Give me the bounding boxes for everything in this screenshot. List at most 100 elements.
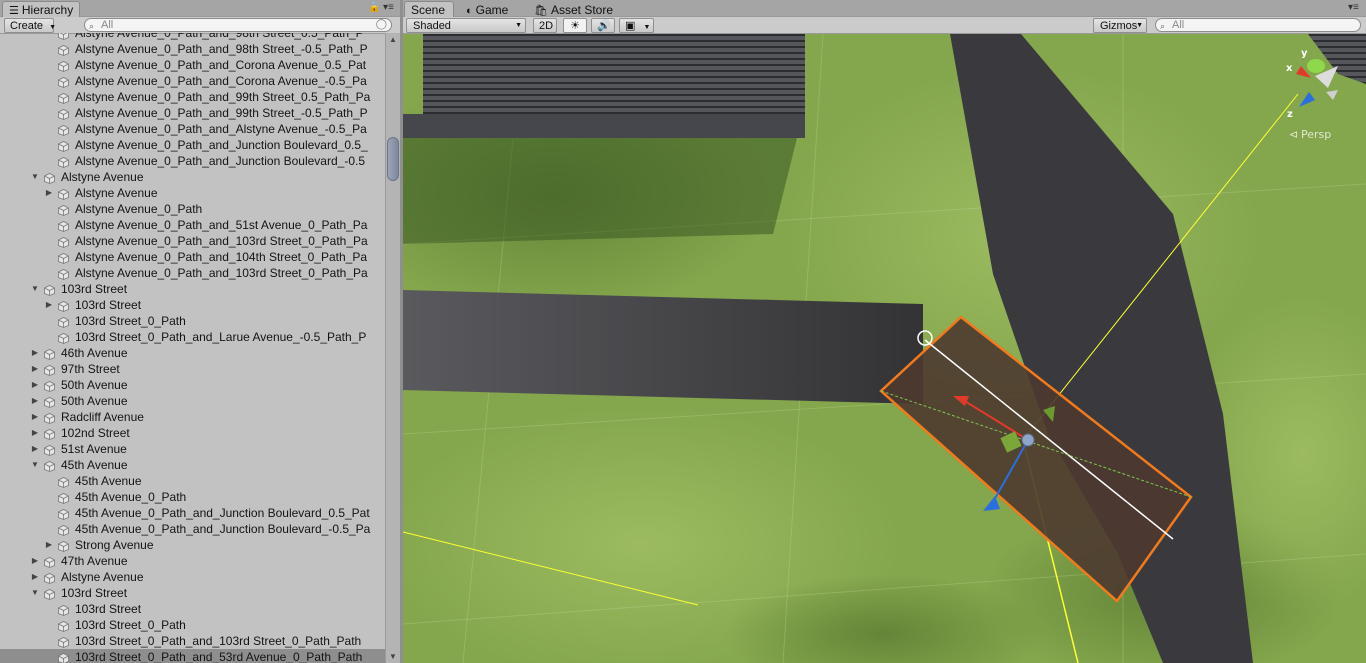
scene-tabbar: Scene ◐ Game 🛍 Asset Store ▾≡ [403,0,1366,17]
hierarchy-row-label: 46th Avenue [61,346,128,360]
collapsed-arrow-icon[interactable]: ▶ [44,537,54,553]
hierarchy-row[interactable]: ▶ 97th Street [0,361,385,377]
tab-asset-store[interactable]: 🛍 Asset Store [527,1,620,17]
create-label: Create [10,20,44,32]
expanded-arrow-icon[interactable]: ▼ [30,281,40,297]
collapsed-arrow-icon[interactable]: ▶ [30,569,40,585]
hierarchy-row[interactable]: Alstyne Avenue_0_Path_and_Corona Avenue_… [0,57,385,73]
hierarchy-row[interactable]: Alstyne Avenue_0_Path_and_Junction Boule… [0,137,385,153]
hierarchy-search-input[interactable]: ⌕ All ◯ [84,18,392,32]
create-button[interactable]: Create ▼ [4,18,56,33]
hierarchy-row[interactable]: 103rd Street_0_Path_and_53rd Avenue_0_Pa… [0,649,385,663]
expanded-arrow-icon[interactable]: ▼ [30,585,40,601]
collapsed-arrow-icon[interactable]: ▶ [30,361,40,377]
hierarchy-row[interactable]: ▶ 102nd Street [0,425,385,441]
gameobject-icon [44,444,55,456]
scroll-up-icon[interactable]: ▲ [388,35,398,44]
collapsed-arrow-icon[interactable]: ▶ [30,425,40,441]
hierarchy-row[interactable]: ▼ 103rd Street [0,281,385,297]
hierarchy-row[interactable]: 103rd Street_0_Path [0,313,385,329]
tab-game[interactable]: ◐ Game [459,1,515,17]
hierarchy-row[interactable]: ▶ 51st Avenue [0,441,385,457]
hierarchy-row-label: Alstyne Avenue_0_Path_and_104th Street_0… [75,250,368,264]
hierarchy-row[interactable]: Alstyne Avenue_0_Path_and_Corona Avenue_… [0,73,385,89]
gameobject-icon [58,33,69,40]
hierarchy-row[interactable]: Alstyne Avenue_0_Path_and_103rd Street_0… [0,233,385,249]
hierarchy-row[interactable]: Alstyne Avenue_0_Path [0,201,385,217]
hierarchy-row[interactable]: ▶ Alstyne Avenue [0,569,385,585]
hierarchy-row[interactable]: ▶ 50th Avenue [0,377,385,393]
gameobject-icon [44,396,55,408]
hierarchy-scrollbar[interactable]: ▲ ▼ [385,33,400,663]
hierarchy-row[interactable]: 103rd Street [0,601,385,617]
collapsed-arrow-icon[interactable]: ▶ [44,297,54,313]
toggle-2d-button[interactable]: 2D [533,18,557,33]
hierarchy-row[interactable]: ▼ 103rd Street [0,585,385,601]
scene-toolbar: Shaded ▼ 2D ☀ 🔊 ▣ ▼ Gizmos ▼ ⌕ All [403,17,1366,34]
hierarchy-row[interactable]: Alstyne Avenue_0_Path_and_Junction Boule… [0,153,385,169]
hierarchy-row[interactable]: 45th Avenue_0_Path [0,489,385,505]
collapsed-arrow-icon[interactable]: ▶ [30,553,40,569]
hierarchy-row[interactable]: ▶ Radcliff Avenue [0,409,385,425]
chevron-down-icon: ▼ [643,24,651,31]
gameobject-icon [58,604,69,616]
hierarchy-row[interactable]: 103rd Street_0_Path_and_Larue Avenue_-0.… [0,329,385,345]
hierarchy-row[interactable]: 45th Avenue_0_Path_and_Junction Boulevar… [0,521,385,537]
audio-toggle-button[interactable]: 🔊 [591,18,615,33]
hierarchy-row-label: Alstyne Avenue_0_Path_and_103rd Street_0… [75,266,368,280]
hierarchy-row[interactable]: Alstyne Avenue_0_Path_and_99th Street_-0… [0,105,385,121]
gameobject-icon [58,60,69,72]
hierarchy-row[interactable]: ▶ 47th Avenue [0,553,385,569]
scene-panel-menu-icon[interactable]: ▾≡ [1348,2,1359,13]
gameobject-icon [58,220,69,232]
shading-mode-dropdown[interactable]: Shaded ▼ [406,18,526,33]
effects-toggle-button[interactable]: ▣ ▼ [619,18,654,33]
hierarchy-row[interactable]: ▶ Alstyne Avenue [0,185,385,201]
scrollbar-thumb[interactable] [387,137,399,181]
expanded-arrow-icon[interactable]: ▼ [30,457,40,473]
collapsed-arrow-icon[interactable]: ▶ [30,409,40,425]
hierarchy-row[interactable]: Alstyne Avenue_0_Path_and_103rd Street_0… [0,265,385,281]
hierarchy-row[interactable]: Alstyne Avenue_0_Path_and_98th Street_-0… [0,41,385,57]
scene-viewport[interactable]: y x z Persp ⊲ [403,34,1366,663]
collapsed-arrow-icon[interactable]: ▶ [30,441,40,457]
hierarchy-row[interactable]: Alstyne Avenue_0_Path_and_Alstyne Avenue… [0,121,385,137]
lock-icon[interactable]: 🔒 [368,2,380,13]
hierarchy-row[interactable]: ▼ 45th Avenue [0,457,385,473]
hierarchy-row[interactable]: ▶ 103rd Street [0,297,385,313]
hierarchy-row[interactable]: 45th Avenue_0_Path_and_Junction Boulevar… [0,505,385,521]
expanded-arrow-icon[interactable]: ▼ [30,169,40,185]
projection-label[interactable]: Persp [1301,128,1331,141]
scroll-down-icon[interactable]: ▼ [388,652,398,661]
hierarchy-row[interactable]: 45th Avenue [0,473,385,489]
hierarchy-row[interactable]: ▶ 50th Avenue [0,393,385,409]
hierarchy-row[interactable]: 103rd Street_0_Path [0,617,385,633]
scene-search-input[interactable]: ⌕ All [1155,18,1361,32]
hierarchy-row[interactable]: Alstyne Avenue_0_Path_and_98th Street_0.… [0,33,385,41]
hierarchy-row[interactable]: 103rd Street_0_Path_and_103rd Street_0_P… [0,633,385,649]
hierarchy-row[interactable]: ▶ Strong Avenue [0,537,385,553]
collapsed-arrow-icon[interactable]: ▶ [44,185,54,201]
gizmos-dropdown[interactable]: Gizmos ▼ [1093,18,1147,33]
collapsed-arrow-icon[interactable]: ▶ [30,377,40,393]
hierarchy-row-label: Strong Avenue [75,538,154,552]
hierarchy-row[interactable]: Alstyne Avenue_0_Path_and_99th Street_0.… [0,89,385,105]
clear-search-icon[interactable]: ◯ [376,19,387,31]
sun-icon: ☀ [570,20,580,32]
hierarchy-tree: Alstyne Avenue_0_Path_and_98th Street_0.… [0,33,385,663]
tab-scene[interactable]: Scene [404,1,454,17]
hierarchy-panel: ☰ Hierarchy 🔒 ▾≡ Create ▼ ⌕ All ◯ Alstyne… [0,0,400,663]
hierarchy-row[interactable]: Alstyne Avenue_0_Path_and_104th Street_0… [0,249,385,265]
collapsed-arrow-icon[interactable]: ▶ [30,393,40,409]
hierarchy-toolbar: Create ▼ ⌕ All ◯ [0,17,400,34]
hierarchy-row[interactable]: Alstyne Avenue_0_Path_and_51st Avenue_0_… [0,217,385,233]
shading-mode-label: Shaded [413,20,451,32]
lighting-toggle-button[interactable]: ☀ [563,18,587,33]
gameobject-icon [44,380,55,392]
hierarchy-row[interactable]: ▼ Alstyne Avenue [0,169,385,185]
gameobject-icon [44,348,55,360]
hierarchy-row[interactable]: ▶ 46th Avenue [0,345,385,361]
tab-hierarchy[interactable]: ☰ Hierarchy [2,1,81,17]
collapsed-arrow-icon[interactable]: ▶ [30,345,40,361]
panel-menu-icon[interactable]: ▾≡ [383,2,394,13]
